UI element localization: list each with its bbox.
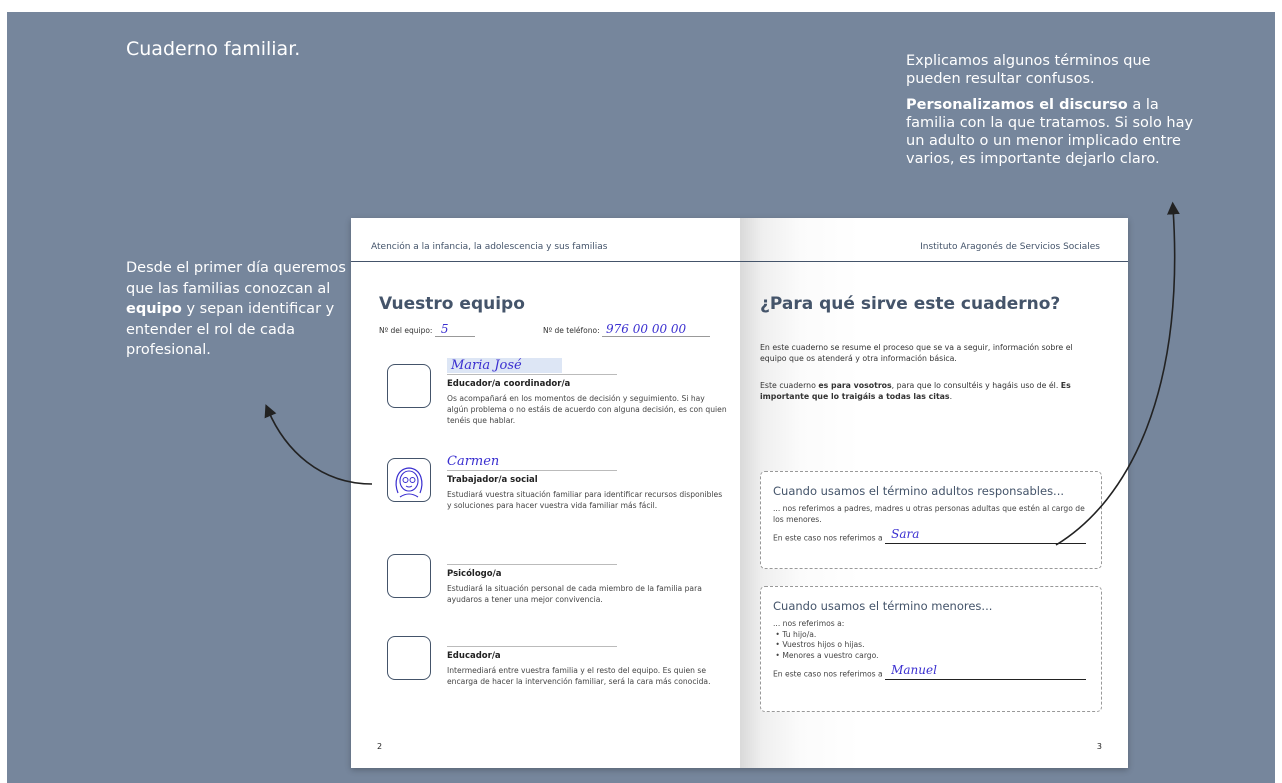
list-item-text: Menores a vuestro cargo. (782, 650, 879, 660)
fill-label: En este caso nos referimos a (773, 669, 883, 679)
note-paragraph: Personalizamos el discurso a la familia … (906, 96, 1206, 168)
role-title: Educador/a (447, 651, 501, 661)
role-card: Carmen Trabajador/a social Estudiará vue… (447, 454, 727, 511)
text-run: Este cuaderno (760, 381, 819, 390)
role-name (447, 548, 617, 565)
role-name-text: Maria José (447, 358, 562, 373)
photo-placeholder (387, 554, 431, 598)
note-text: Desde el primer día queremos que las fam… (126, 260, 346, 297)
card-lead: ... nos referimos a: (773, 619, 845, 628)
team-number-row: Nº del equipo: 5 (379, 322, 475, 337)
adults-term-card: Cuando usamos el término adultos respons… (760, 471, 1102, 569)
right-page: Instituto Aragonés de Servicios Sociales… (740, 218, 1128, 768)
role-card: Maria José Educador/a coordinador/a Os a… (447, 358, 727, 426)
minors-term-card: Cuando usamos el término menores... ... … (760, 586, 1102, 712)
fill-value: Sara (885, 528, 1087, 544)
right-annotation: Explicamos algunos términos que pueden r… (906, 52, 1206, 176)
photo-placeholder (387, 458, 431, 502)
card-description: ... nos referimos a padres, madres u otr… (773, 504, 1085, 524)
right-page-header: Instituto Aragonés de Servicios Sociales (920, 242, 1100, 252)
photo-placeholder (387, 364, 431, 408)
purpose-heading: ¿Para qué sirve este cuaderno? (760, 294, 1061, 314)
purpose-paragraph: En este cuaderno se resume el proceso qu… (760, 343, 1073, 363)
note-bold: equipo (126, 301, 182, 317)
page-number: 3 (1096, 742, 1102, 751)
fill-label: En este caso nos referimos a (773, 533, 883, 543)
text-run: . (949, 392, 953, 401)
team-number-label: Nº del equipo: (379, 326, 433, 335)
avatar-drawing-icon (395, 467, 423, 498)
list-item-text: Tu hijo/a. (782, 629, 817, 639)
booklet-spread: Atención a la infancia, la adolescencia … (351, 218, 1128, 768)
role-card: Educador/a Intermediará entre vuestra fa… (447, 630, 727, 687)
page-number: 2 (377, 742, 383, 751)
photo-placeholder (387, 636, 431, 680)
team-number-value: 5 (434, 322, 475, 337)
fill-row: En este caso nos referimos a Manuel (773, 664, 1089, 680)
team-heading: Vuestro equipo (379, 294, 525, 314)
role-description: Intermediará entre vuestra familia y el … (447, 666, 711, 686)
left-annotation: Desde el primer día queremos que las fam… (126, 258, 356, 361)
note-bold: Personalizamos el discurso (906, 97, 1128, 113)
list-item: • Menores a vuestro cargo. (773, 650, 879, 660)
phone-label: Nº de teléfono: (543, 326, 600, 335)
card-description: ... nos referimos a: • Tu hijo/a. • Vues… (773, 619, 1089, 661)
role-description: Os acompañará en los momentos de decisió… (447, 394, 727, 425)
role-title: Trabajador/a social (447, 475, 538, 485)
role-title: Psicólogo/a (447, 569, 502, 579)
role-description: Estudiará vuestra situación familiar par… (447, 490, 723, 510)
fill-row: En este caso nos referimos a Sara (773, 528, 1089, 544)
list-item: • Tu hijo/a. (773, 629, 817, 639)
card-title: Cuando usamos el término menores... (773, 599, 993, 613)
text-bold: es para vosotros (818, 381, 892, 390)
left-page-header: Atención a la infancia, la adolescencia … (371, 242, 608, 252)
role-name: Maria José (447, 358, 617, 375)
text-run: , para que lo consultéis y hagáis uso de… (891, 381, 1061, 390)
header-divider (351, 261, 740, 262)
role-description: Estudiará la situación personal de cada … (447, 584, 702, 604)
role-name: Carmen (447, 454, 617, 471)
purpose-paragraph: Este cuaderno es para vosotros, para que… (760, 380, 1080, 402)
header-divider (740, 261, 1128, 262)
fill-value: Manuel (885, 664, 1087, 680)
role-name (447, 630, 617, 647)
phone-row: Nº de teléfono: 976 00 00 00 (543, 322, 711, 337)
note-text: Explicamos algunos términos que pueden r… (906, 53, 1151, 87)
phone-value: 976 00 00 00 (602, 322, 711, 337)
list-item-text: Vuestros hijos o hijas. (782, 640, 865, 649)
left-page: Atención a la infancia, la adolescencia … (351, 218, 740, 768)
list-item: • Vuestros hijos o hijas. (773, 640, 865, 649)
role-title: Educador/a coordinador/a (447, 379, 571, 389)
card-title: Cuando usamos el término adultos respons… (773, 484, 1065, 498)
page-title: Cuaderno familiar. (126, 38, 301, 60)
role-card: Psicólogo/a Estudiará la situación perso… (447, 548, 727, 605)
